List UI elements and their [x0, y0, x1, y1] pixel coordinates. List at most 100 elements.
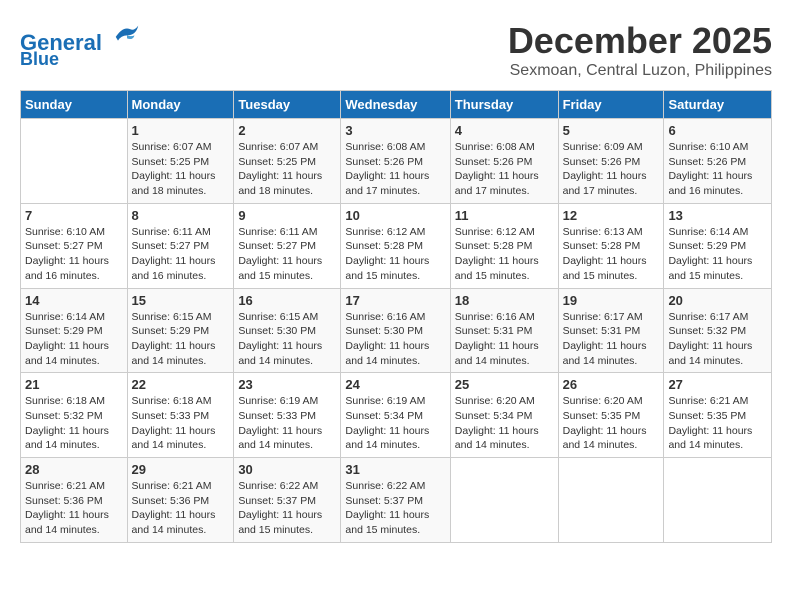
calendar-cell: 2 Sunrise: 6:07 AM Sunset: 5:25 PM Daylig… — [234, 119, 341, 204]
day-info: Sunrise: 6:22 AM Sunset: 5:37 PM Dayligh… — [238, 479, 336, 538]
day-number: 29 — [132, 462, 230, 477]
calendar-cell: 17Sunrise: 6:16 AM Sunset: 5:30 PM Dayli… — [341, 288, 450, 373]
day-info: Sunrise: 6:21 AM Sunset: 5:36 PM Dayligh… — [25, 479, 123, 538]
day-number: 14 — [25, 293, 123, 308]
day-info: Sunrise: 6:20 AM Sunset: 5:35 PM Dayligh… — [563, 394, 660, 453]
calendar-cell: 30 Sunrise: 6:22 AM Sunset: 5:37 PM Dayli… — [234, 458, 341, 543]
calendar-cell: 13 Sunrise: 6:14 AM Sunset: 5:29 PM Dayli… — [664, 203, 772, 288]
weekday-header-saturday: Saturday — [664, 91, 772, 119]
calendar-cell: 4 Sunrise: 6:08 AM Sunset: 5:26 PM Daylig… — [450, 119, 558, 204]
calendar-cell: 28 Sunrise: 6:21 AM Sunset: 5:36 PM Dayli… — [21, 458, 128, 543]
day-info: Sunrise: 6:19 AM Sunset: 5:33 PM Dayligh… — [238, 394, 336, 453]
week-row-1: 1Sunrise: 6:07 AM Sunset: 5:25 PM Daylig… — [21, 119, 772, 204]
day-number: 4 — [455, 123, 554, 138]
calendar-cell: 18 Sunrise: 6:16 AM Sunset: 5:31 PM Dayli… — [450, 288, 558, 373]
day-number: 19 — [563, 293, 660, 308]
day-info: Sunrise: 6:11 AM Sunset: 5:27 PM Dayligh… — [238, 225, 336, 284]
day-number: 5 — [563, 123, 660, 138]
day-number: 6 — [668, 123, 767, 138]
calendar-cell: 11 Sunrise: 6:12 AM Sunset: 5:28 PM Dayli… — [450, 203, 558, 288]
calendar-cell: 29 Sunrise: 6:21 AM Sunset: 5:36 PM Dayli… — [127, 458, 234, 543]
day-number: 23 — [238, 377, 336, 392]
day-info: Sunrise: 6:12 AM Sunset: 5:28 PM Dayligh… — [455, 225, 554, 284]
calendar-cell: 24 Sunrise: 6:19 AM Sunset: 5:34 PM Dayli… — [341, 373, 450, 458]
weekday-header-monday: Monday — [127, 91, 234, 119]
calendar-cell: 3 Sunrise: 6:08 AM Sunset: 5:26 PM Daylig… — [341, 119, 450, 204]
week-row-4: 21 Sunrise: 6:18 AM Sunset: 5:32 PM Dayli… — [21, 373, 772, 458]
day-info: Sunrise: 6:08 AM Sunset: 5:26 PM Dayligh… — [345, 140, 445, 199]
day-info: Sunrise: 6:10 AM Sunset: 5:26 PM Dayligh… — [668, 140, 767, 199]
calendar-cell: 27 Sunrise: 6:21 AM Sunset: 5:35 PM Dayli… — [664, 373, 772, 458]
week-row-2: 7 Sunrise: 6:10 AM Sunset: 5:27 PM Daylig… — [21, 203, 772, 288]
calendar-cell: 19Sunrise: 6:17 AM Sunset: 5:31 PM Dayli… — [558, 288, 664, 373]
location-title: Sexmoan, Central Luzon, Philippines — [508, 62, 772, 80]
calendar-cell: 25Sunrise: 6:20 AM Sunset: 5:34 PM Dayli… — [450, 373, 558, 458]
calendar-cell: 5 Sunrise: 6:09 AM Sunset: 5:26 PM Daylig… — [558, 119, 664, 204]
day-number: 18 — [455, 293, 554, 308]
day-number: 20 — [668, 293, 767, 308]
calendar-cell: 16 Sunrise: 6:15 AM Sunset: 5:30 PM Dayli… — [234, 288, 341, 373]
day-info: Sunrise: 6:07 AM Sunset: 5:25 PM Dayligh… — [132, 140, 230, 199]
day-number: 28 — [25, 462, 123, 477]
weekday-header-row: SundayMondayTuesdayWednesdayThursdayFrid… — [21, 91, 772, 119]
calendar-cell — [21, 119, 128, 204]
day-number: 11 — [455, 208, 554, 223]
day-info: Sunrise: 6:16 AM Sunset: 5:30 PM Dayligh… — [345, 310, 445, 369]
calendar-cell: 6 Sunrise: 6:10 AM Sunset: 5:26 PM Daylig… — [664, 119, 772, 204]
day-info: Sunrise: 6:14 AM Sunset: 5:29 PM Dayligh… — [668, 225, 767, 284]
calendar-cell: 15Sunrise: 6:15 AM Sunset: 5:29 PM Dayli… — [127, 288, 234, 373]
calendar-cell: 7 Sunrise: 6:10 AM Sunset: 5:27 PM Daylig… — [21, 203, 128, 288]
day-number: 27 — [668, 377, 767, 392]
day-number: 3 — [345, 123, 445, 138]
weekday-header-tuesday: Tuesday — [234, 91, 341, 119]
day-info: Sunrise: 6:16 AM Sunset: 5:31 PM Dayligh… — [455, 310, 554, 369]
calendar-cell: 12Sunrise: 6:13 AM Sunset: 5:28 PM Dayli… — [558, 203, 664, 288]
calendar-cell: 23 Sunrise: 6:19 AM Sunset: 5:33 PM Dayli… — [234, 373, 341, 458]
day-number: 16 — [238, 293, 336, 308]
logo: General Blue — [20, 20, 142, 70]
day-info: Sunrise: 6:17 AM Sunset: 5:32 PM Dayligh… — [668, 310, 767, 369]
day-info: Sunrise: 6:18 AM Sunset: 5:32 PM Dayligh… — [25, 394, 123, 453]
calendar-cell: 20 Sunrise: 6:17 AM Sunset: 5:32 PM Dayli… — [664, 288, 772, 373]
day-info: Sunrise: 6:19 AM Sunset: 5:34 PM Dayligh… — [345, 394, 445, 453]
weekday-header-thursday: Thursday — [450, 91, 558, 119]
day-number: 30 — [238, 462, 336, 477]
calendar-cell: 10 Sunrise: 6:12 AM Sunset: 5:28 PM Dayli… — [341, 203, 450, 288]
day-number: 31 — [345, 462, 445, 477]
day-number: 24 — [345, 377, 445, 392]
day-number: 7 — [25, 208, 123, 223]
calendar-cell: 8Sunrise: 6:11 AM Sunset: 5:27 PM Daylig… — [127, 203, 234, 288]
weekday-header-friday: Friday — [558, 91, 664, 119]
day-number: 25 — [455, 377, 554, 392]
day-info: Sunrise: 6:12 AM Sunset: 5:28 PM Dayligh… — [345, 225, 445, 284]
calendar-cell: 31 Sunrise: 6:22 AM Sunset: 5:37 PM Dayli… — [341, 458, 450, 543]
day-info: Sunrise: 6:07 AM Sunset: 5:25 PM Dayligh… — [238, 140, 336, 199]
day-info: Sunrise: 6:11 AM Sunset: 5:27 PM Dayligh… — [132, 225, 230, 284]
weekday-header-sunday: Sunday — [21, 91, 128, 119]
day-info: Sunrise: 6:10 AM Sunset: 5:27 PM Dayligh… — [25, 225, 123, 284]
calendar-cell — [664, 458, 772, 543]
calendar-cell — [558, 458, 664, 543]
day-number: 13 — [668, 208, 767, 223]
day-number: 2 — [238, 123, 336, 138]
day-info: Sunrise: 6:13 AM Sunset: 5:28 PM Dayligh… — [563, 225, 660, 284]
logo-bird-icon — [112, 20, 142, 50]
day-info: Sunrise: 6:08 AM Sunset: 5:26 PM Dayligh… — [455, 140, 554, 199]
day-number: 21 — [25, 377, 123, 392]
day-info: Sunrise: 6:15 AM Sunset: 5:30 PM Dayligh… — [238, 310, 336, 369]
day-info: Sunrise: 6:22 AM Sunset: 5:37 PM Dayligh… — [345, 479, 445, 538]
day-number: 10 — [345, 208, 445, 223]
calendar-cell: 26Sunrise: 6:20 AM Sunset: 5:35 PM Dayli… — [558, 373, 664, 458]
calendar-cell: 1Sunrise: 6:07 AM Sunset: 5:25 PM Daylig… — [127, 119, 234, 204]
calendar-cell: 14Sunrise: 6:14 AM Sunset: 5:29 PM Dayli… — [21, 288, 128, 373]
week-row-5: 28 Sunrise: 6:21 AM Sunset: 5:36 PM Dayli… — [21, 458, 772, 543]
day-info: Sunrise: 6:15 AM Sunset: 5:29 PM Dayligh… — [132, 310, 230, 369]
day-info: Sunrise: 6:18 AM Sunset: 5:33 PM Dayligh… — [132, 394, 230, 453]
day-info: Sunrise: 6:21 AM Sunset: 5:35 PM Dayligh… — [668, 394, 767, 453]
month-title: December 2025 — [508, 20, 772, 62]
day-number: 22 — [132, 377, 230, 392]
day-info: Sunrise: 6:09 AM Sunset: 5:26 PM Dayligh… — [563, 140, 660, 199]
page-header: General Blue December 2025 Sexmoan, Cent… — [20, 20, 772, 80]
day-info: Sunrise: 6:21 AM Sunset: 5:36 PM Dayligh… — [132, 479, 230, 538]
calendar-cell: 9Sunrise: 6:11 AM Sunset: 5:27 PM Daylig… — [234, 203, 341, 288]
